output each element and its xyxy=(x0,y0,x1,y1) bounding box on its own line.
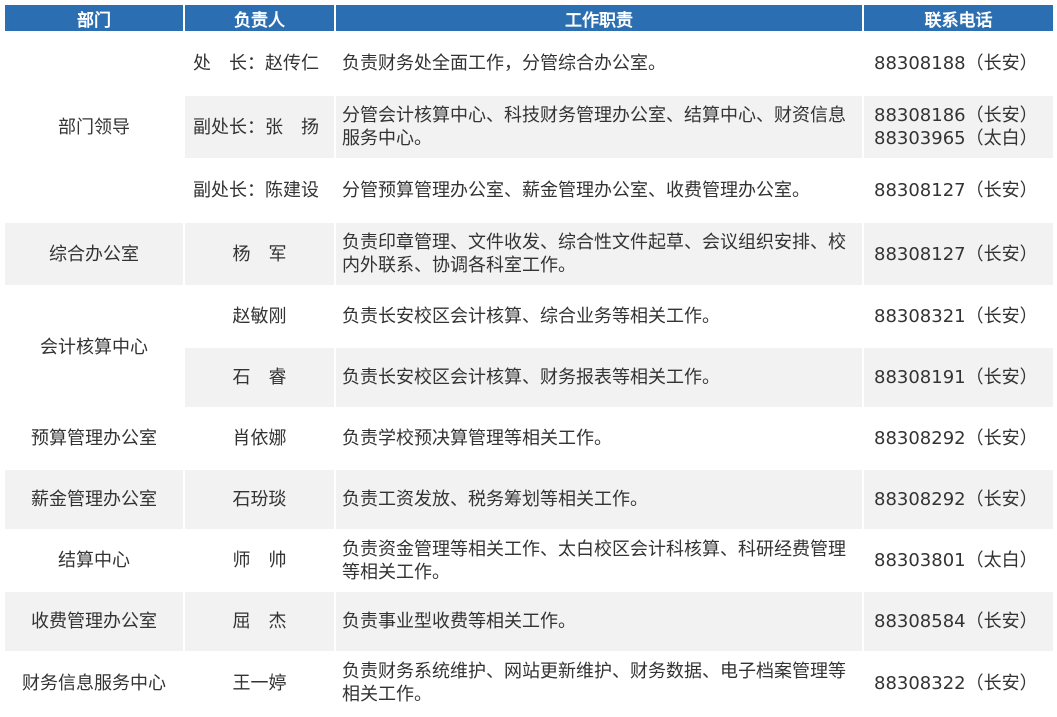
duty-cell: 负责事业型收费等相关工作。 xyxy=(336,592,862,651)
header-dept: 部门 xyxy=(5,5,183,31)
phone-number: 88308292（长安） xyxy=(874,428,1038,449)
phone-cell: 88308322（长安） xyxy=(864,653,1053,713)
phone-number: 88308186（长安） xyxy=(874,105,1038,126)
phone-cell: 88308321（长安） xyxy=(864,287,1053,346)
duty-cell: 分管会计核算中心、科技财务管理办公室、结算中心、财资信息服务中心。 xyxy=(336,96,862,158)
dept-cell: 综合办公室 xyxy=(5,223,183,285)
table-row: 部门领导 处 长：赵传仁 负责财务处全面工作，分管综合办公室。 88308188… xyxy=(5,33,1053,221)
phone-number: 88303801（太白） xyxy=(874,550,1038,571)
duty-cell: 负责印章管理、文件收发、综合性文件起草、会议组织安排、校内外联系、协调各科室工作… xyxy=(336,223,862,285)
phone-cell: 88308292（长安） xyxy=(864,409,1053,468)
dept-cell: 预算管理办公室 xyxy=(5,409,183,468)
duty-cell: 负责长安校区会计核算、综合业务等相关工作。 xyxy=(336,287,862,346)
dept-cell: 收费管理办公室 xyxy=(5,592,183,651)
phone-number: 88308127（长安） xyxy=(874,180,1038,201)
person-cell: 赵敏刚 xyxy=(185,287,334,346)
phone-number: 88308584（长安） xyxy=(874,611,1038,632)
dept-cell: 会计核算中心 xyxy=(5,287,183,407)
person-cell: 副处长：陈建设 xyxy=(185,160,334,221)
phone-number: 88308322（长安） xyxy=(874,672,1038,694)
department-contact-table: 部门 负责人 工作职责 联系电话 部门领导 处 长：赵传仁 负责财务处全面工作，… xyxy=(3,3,1055,715)
dept-cell: 财务信息服务中心 xyxy=(5,653,183,713)
dept-cell: 部门领导 xyxy=(5,33,183,221)
duty-cell: 负责资金管理等相关工作、太白校区会计科核算、科研经费管理等相关工作。 xyxy=(336,531,862,590)
header-duty: 工作职责 xyxy=(336,5,862,31)
duty-cell: 负责工资发放、税务筹划等相关工作。 xyxy=(336,470,862,529)
duty-cell: 分管预算管理办公室、薪金管理办公室、收费管理办公室。 xyxy=(336,160,862,221)
person-cell: 王一婷 xyxy=(185,653,334,713)
duty-cell: 负责财务系统维护、网站更新维护、财务数据、电子档案管理等相关工作。 xyxy=(336,653,862,713)
table-row: 综合办公室 杨 军 负责印章管理、文件收发、综合性文件起草、会议组织安排、校内外… xyxy=(5,223,1053,285)
person-cell: 石 睿 xyxy=(185,348,334,407)
duty-cell: 负责学校预决算管理等相关工作。 xyxy=(336,409,862,468)
table-row: 收费管理办公室 屈 杰 负责事业型收费等相关工作。 88308584（长安） xyxy=(5,592,1053,651)
person-cell: 师 帅 xyxy=(185,531,334,590)
phone-number: 88308321（长安） xyxy=(874,306,1038,327)
person-cell: 处 长：赵传仁 xyxy=(185,33,334,94)
phone-cell: 88308188（长安） xyxy=(864,33,1053,94)
person-cell: 石玢琰 xyxy=(185,470,334,529)
phone-number: 88308127（长安） xyxy=(874,243,1038,265)
phone-cell: 88308191（长安） xyxy=(864,348,1053,407)
table-row: 财务信息服务中心 王一婷 负责财务系统维护、网站更新维护、财务数据、电子档案管理… xyxy=(5,653,1053,713)
person-cell: 屈 杰 xyxy=(185,592,334,651)
duty-cell: 负责财务处全面工作，分管综合办公室。 xyxy=(336,33,862,94)
dept-cell: 结算中心 xyxy=(5,531,183,590)
phone-number: 88308191（长安） xyxy=(874,367,1038,388)
table-header-row: 部门 负责人 工作职责 联系电话 xyxy=(5,5,1053,31)
phone-cell: 88308292（长安） xyxy=(864,470,1053,529)
phone-cell: 88303801（太白） xyxy=(864,531,1053,590)
phone-number: 88308188（长安） xyxy=(874,53,1038,74)
table-row: 会计核算中心 赵敏刚 负责长安校区会计核算、综合业务等相关工作。 8830832… xyxy=(5,287,1053,407)
table-row: 结算中心 师 帅 负责资金管理等相关工作、太白校区会计科核算、科研经费管理等相关… xyxy=(5,531,1053,590)
phone-cell: 88308127（长安） xyxy=(864,223,1053,285)
table-row: 预算管理办公室 肖依娜 负责学校预决算管理等相关工作。 88308292（长安） xyxy=(5,409,1053,468)
phone-cell: 88308186（长安） 88303965（太白） xyxy=(864,96,1053,158)
phone-cell: 88308127（长安） xyxy=(864,160,1053,221)
phone-cell: 88308584（长安） xyxy=(864,592,1053,651)
person-cell: 肖依娜 xyxy=(185,409,334,468)
table-row: 薪金管理办公室 石玢琰 负责工资发放、税务筹划等相关工作。 88308292（长… xyxy=(5,470,1053,529)
phone-number: 88308292（长安） xyxy=(874,489,1038,510)
phone-number: 88303965（太白） xyxy=(874,128,1038,149)
duty-cell: 负责长安校区会计核算、财务报表等相关工作。 xyxy=(336,348,862,407)
header-phone: 联系电话 xyxy=(864,5,1053,31)
header-person: 负责人 xyxy=(185,5,334,31)
person-cell: 副处长：张 扬 xyxy=(185,96,334,158)
person-cell: 杨 军 xyxy=(185,223,334,285)
dept-cell: 薪金管理办公室 xyxy=(5,470,183,529)
contact-table-container: 部门 负责人 工作职责 联系电话 部门领导 处 长：赵传仁 负责财务处全面工作，… xyxy=(3,3,1055,715)
